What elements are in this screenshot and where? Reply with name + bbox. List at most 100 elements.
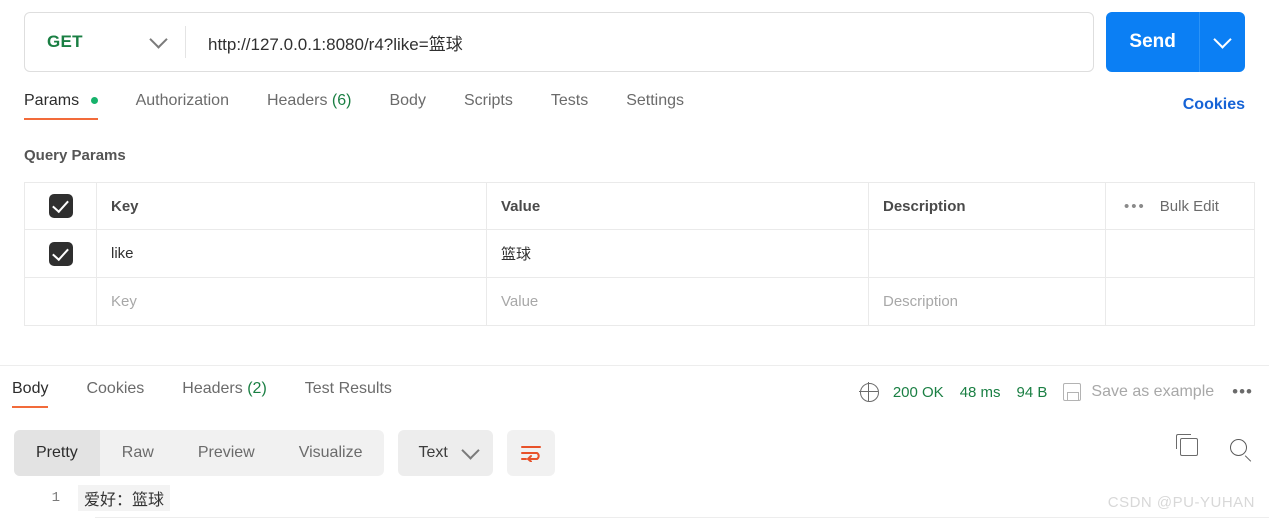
row-key-cell[interactable]: like	[97, 230, 487, 277]
save-as-example-button[interactable]: Save as example	[1091, 383, 1214, 401]
table-row-empty: Key Value Description	[25, 278, 1254, 326]
method-label: GET	[47, 32, 83, 51]
globe-icon	[859, 381, 879, 402]
response-tab-body[interactable]: Body	[12, 380, 67, 408]
copy-icon[interactable]	[1176, 434, 1198, 456]
response-time: 48 ms	[959, 383, 1001, 401]
empty-row-description-cell[interactable]: Description	[869, 278, 1106, 325]
empty-row-key-cell[interactable]: Key	[97, 278, 487, 325]
line-number: 1	[51, 490, 60, 506]
search-icon[interactable]	[1230, 438, 1247, 456]
row-value-value: 篮球	[501, 246, 532, 263]
header-key: Key	[97, 183, 487, 229]
line-content: 爱好：篮球	[78, 485, 171, 511]
response-tab-headers-count: (2)	[247, 380, 267, 397]
section-divider	[0, 365, 1269, 366]
response-tab-test-results[interactable]: Test Results	[286, 380, 411, 408]
watermark: CSDN @PU-YUHAN	[1107, 494, 1255, 511]
table-row: like 篮球	[25, 230, 1254, 278]
header-actions: ••• Bulk Edit	[1106, 183, 1254, 229]
tab-scripts[interactable]: Scripts	[445, 92, 532, 120]
tab-params[interactable]: Params	[24, 92, 117, 120]
response-toolbar: Pretty Raw Preview Visualize Text	[14, 430, 555, 476]
format-label: Text	[418, 444, 448, 461]
row-select-cell	[25, 230, 97, 277]
row-checkbox[interactable]	[48, 241, 73, 266]
floppy-disk-icon	[1063, 383, 1082, 401]
tab-authorization[interactable]: Authorization	[117, 92, 248, 120]
view-pretty-button[interactable]: Pretty	[14, 430, 100, 476]
tab-body-label: Body	[389, 92, 426, 109]
tab-headers-count: (6)	[331, 92, 352, 109]
word-wrap-button[interactable]	[506, 430, 555, 476]
tab-authorization-label: Authorization	[135, 92, 229, 109]
bottom-divider	[95, 517, 1269, 518]
method-selector[interactable]: GET	[25, 13, 185, 71]
row-description-cell[interactable]	[869, 230, 1106, 277]
send-options-button[interactable]	[1200, 12, 1245, 72]
tab-settings[interactable]: Settings	[607, 92, 703, 120]
view-raw-button[interactable]: Raw	[100, 430, 176, 476]
params-modified-dot	[90, 97, 98, 105]
tab-headers[interactable]: Headers (6)	[248, 92, 371, 120]
view-preview-button[interactable]: Preview	[176, 430, 277, 476]
status-badge: 200 OK	[892, 383, 944, 401]
table-header-row: Key Value Description ••• Bulk Edit	[25, 183, 1254, 230]
response-right-icons	[1176, 434, 1247, 456]
response-tab-cookies[interactable]: Cookies	[67, 380, 163, 408]
query-params-title: Query Params	[24, 147, 126, 164]
query-params-table: Key Value Description ••• Bulk Edit like…	[24, 182, 1255, 326]
empty-key-placeholder: Key	[111, 293, 137, 310]
tab-scripts-label: Scripts	[463, 92, 513, 109]
cookies-link[interactable]: Cookies	[1183, 96, 1245, 114]
response-tab-headers-label: Headers	[182, 380, 243, 397]
response-tab-test-results-label: Test Results	[304, 380, 392, 397]
url-input-wrap: GET http://127.0.0.1:8080/r4?like=篮球	[24, 12, 1094, 72]
request-tabs: Params Authorization Headers (6) Body Sc…	[24, 92, 703, 120]
response-tab-headers[interactable]: Headers (2)	[163, 380, 286, 408]
empty-description-placeholder: Description	[883, 293, 959, 310]
tab-tests[interactable]: Tests	[532, 92, 607, 120]
send-group: Send	[1106, 12, 1245, 72]
header-value-label: Value	[501, 197, 541, 215]
header-description: Description	[869, 183, 1106, 229]
url-bar: GET http://127.0.0.1:8080/r4?like=篮球 Sen…	[24, 12, 1245, 72]
code-line: 1 爱好：篮球	[0, 484, 1269, 512]
tab-settings-label: Settings	[626, 92, 684, 109]
response-body-viewer[interactable]: 1 爱好：篮球	[0, 484, 1269, 524]
response-size: 94 B	[1016, 383, 1048, 401]
header-key-label: Key	[111, 197, 139, 215]
response-meta: 200 OK 48 ms 94 B Save as example •••	[859, 381, 1253, 402]
postman-window: GET http://127.0.0.1:8080/r4?like=篮球 Sen…	[0, 0, 1269, 524]
more-options-icon[interactable]: •••	[1124, 198, 1146, 215]
send-button[interactable]: Send	[1106, 12, 1200, 72]
view-visualize-button[interactable]: Visualize	[277, 430, 385, 476]
select-all-cell	[25, 183, 97, 229]
url-input[interactable]: http://127.0.0.1:8080/r4?like=篮球	[186, 30, 1093, 55]
format-selector[interactable]: Text	[398, 430, 493, 476]
empty-value-placeholder: Value	[501, 293, 539, 310]
chevron-down-icon	[1213, 30, 1232, 49]
select-all-checkbox[interactable]	[48, 194, 73, 218]
response-tabs: Body Cookies Headers (2) Test Results	[12, 380, 411, 408]
word-wrap-icon	[520, 446, 541, 462]
tab-tests-label: Tests	[550, 92, 589, 109]
row-actions-cell	[1106, 230, 1254, 277]
response-tab-cookies-label: Cookies	[86, 380, 145, 397]
header-description-label: Description	[883, 197, 966, 215]
row-key-value: like	[111, 245, 134, 262]
empty-row-actions-cell	[1106, 278, 1254, 325]
empty-row-value-cell[interactable]: Value	[487, 278, 869, 325]
row-value-cell[interactable]: 篮球	[487, 230, 869, 277]
header-value: Value	[487, 183, 869, 229]
chevron-down-icon	[461, 441, 480, 460]
tab-body[interactable]: Body	[370, 92, 444, 120]
empty-row-select-cell	[25, 278, 97, 325]
tab-params-label: Params	[24, 92, 80, 109]
response-view-group: Pretty Raw Preview Visualize	[14, 430, 385, 476]
chevron-down-icon	[149, 30, 168, 49]
response-more-options-icon[interactable]: •••	[1232, 382, 1253, 402]
bulk-edit-button[interactable]: Bulk Edit	[1160, 198, 1219, 215]
tab-headers-label: Headers	[266, 92, 328, 109]
response-tab-body-label: Body	[12, 380, 49, 397]
